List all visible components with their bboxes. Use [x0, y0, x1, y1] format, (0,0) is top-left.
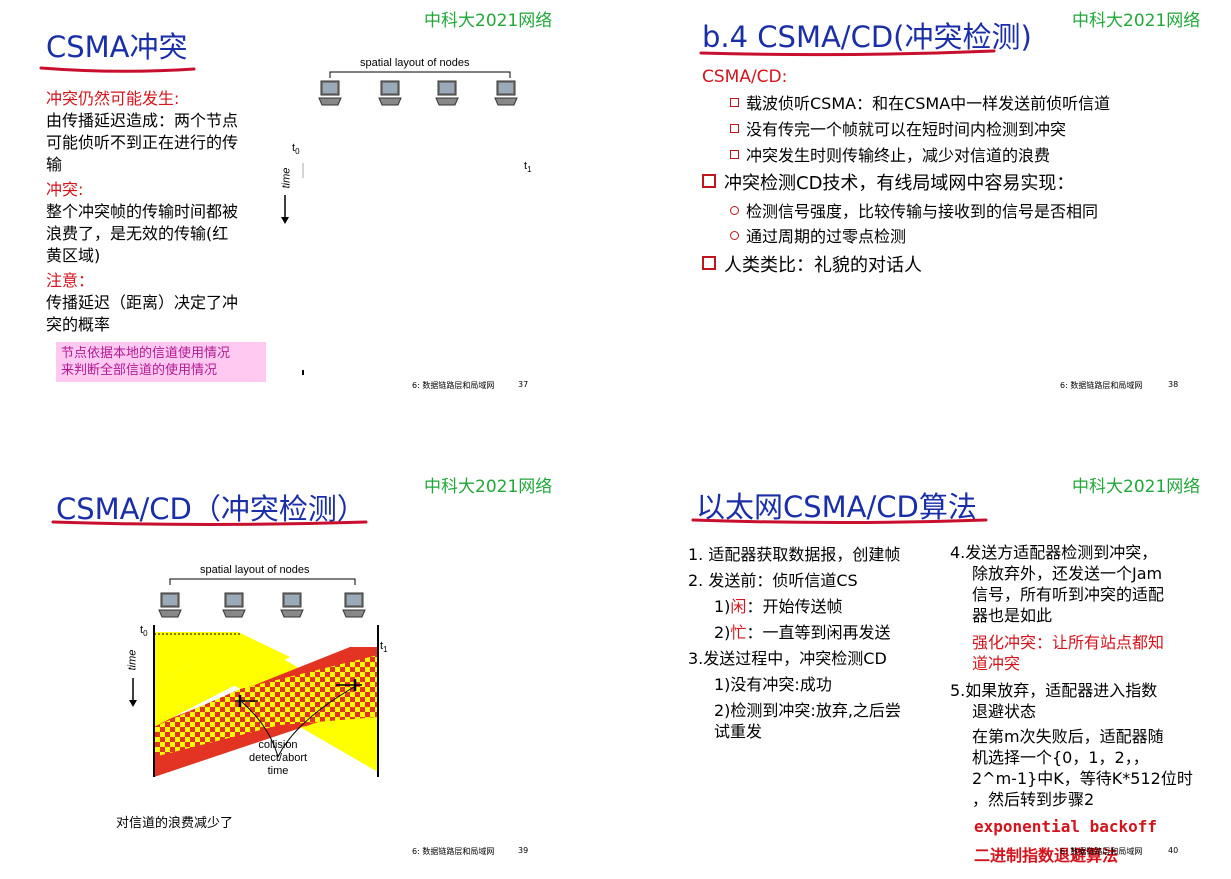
circle-bullet-1: 检测信号强度，比较传输与接收到的信号是否相同: [730, 201, 1098, 223]
footer-text: 6: 数据链路层和局域网: [412, 381, 495, 390]
footer-text: 6: 数据链路层和局域网: [1060, 381, 1143, 390]
computer-icon: [342, 592, 366, 622]
sub-bullet-3: 冲突发生时则传输终止，减少对信道的浪费: [730, 145, 1050, 167]
square-bullet-icon: [702, 174, 716, 188]
diagram-caption: spatial layout of nodes: [200, 564, 310, 576]
computer-icon: [318, 80, 342, 110]
brand-label: 中科大2021网络: [1072, 11, 1201, 31]
point-head-3: 注意：: [46, 271, 95, 290]
brand-label: 中科大2021网络: [424, 477, 553, 497]
step-4: 4.发送方适配器检测到冲突， 除放弃外，还发送一个Jam 信号，所有听到冲突的适…: [950, 543, 1165, 625]
t1-label: t1: [524, 160, 532, 175]
circle-bullet-icon: [730, 231, 739, 240]
step-5-detail: 在第m次失败后，适配器随 机选择一个{0，1，2，， 2^m-1}中K，等待K*51…: [972, 727, 1193, 809]
step-5: 5.如果放弃，适配器进入指数 退避状态: [950, 681, 1158, 721]
t0-label: t0: [140, 624, 148, 639]
computer-icon: [280, 592, 304, 622]
square-bullet-icon: [730, 124, 739, 133]
title-underline: [39, 66, 196, 73]
collision-label: collision detect/abort time: [248, 739, 308, 777]
brand-label: 中科大2021网络: [1072, 477, 1201, 497]
diagram-caption: spatial layout of nodes: [360, 57, 470, 69]
step-3-collision: 2)检测到冲突:放弃,之后尝 试重发: [714, 701, 901, 741]
step-1: 1. 适配器获取数据报，创建帧: [688, 545, 901, 564]
square-bullet-icon: [702, 256, 716, 270]
point-body-1: 由传播延迟造成：两个节点 可能侦听不到正在进行的传输: [46, 111, 239, 174]
time-arrow: [281, 195, 289, 224]
title-underline: [51, 520, 368, 526]
t1-label: t1: [380, 640, 388, 655]
step-2: 2. 发送前：侦听信道CS: [688, 571, 858, 590]
step-4-note: 强化冲突：让所有站点都知 道冲突: [972, 633, 1165, 673]
csmacd-heading: CSMA/CD:: [702, 67, 788, 87]
time-arrow: [129, 678, 137, 707]
point-body-2: 整个冲突帧的传输时间都被 浪费了，是无效的传输(红 黄区域): [46, 202, 239, 265]
timing-diagram: [302, 71, 511, 375]
computer-icon: [158, 592, 182, 622]
page-number: 38: [1168, 380, 1179, 389]
brand-label: 中科大2021网络: [424, 11, 553, 31]
point-head-2: 冲突:: [46, 180, 84, 199]
step-2-busy: 2)忙：一直等到闲再发送: [714, 623, 891, 642]
slide-38: 中科大2021网络 b.4 CSMA/CD(冲突检测) CSMA/CD: 载波侦…: [616, 0, 1231, 439]
square-bullet-icon: [730, 98, 739, 107]
sub-bullet-2: 没有传完一个帧就可以在短时间内检测到冲突: [730, 119, 1066, 141]
footer-text: 6: 数据链路层和局域网: [1060, 847, 1143, 856]
slide-title: CSMA冲突: [46, 30, 188, 64]
page-number: 40: [1168, 846, 1179, 855]
computer-icon: [378, 80, 402, 110]
page-number: 37: [518, 380, 529, 389]
pink-note: 节点依据本地的信道使用情况 来判断全部信道的使用情况: [56, 342, 266, 382]
title-underline: [691, 518, 988, 524]
footer-text: 6: 数据链路层和局域网: [412, 847, 495, 856]
step-3-success: 1)没有冲突:成功: [714, 675, 832, 694]
circle-bullet-2: 通过周期的过零点检测: [730, 226, 906, 248]
computer-icon: [435, 80, 459, 110]
step-3: 3.发送过程中，冲突检测CD: [688, 649, 887, 668]
time-axis-label: time: [280, 167, 293, 189]
main-bullet-2: 人类类比：礼貌的对话人: [702, 253, 922, 279]
step-2-idle: 1)闲：开始传送帧: [714, 597, 843, 616]
title-underline: [699, 49, 996, 57]
computer-icon: [222, 592, 246, 622]
waste-note: 对信道的浪费减少了: [116, 816, 234, 831]
sub-bullet-1: 载波侦听CSMA：和在CSMA中一样发送前侦听信道: [730, 93, 1110, 115]
time-axis-label: time: [126, 649, 139, 671]
slide-37: 中科大2021网络 CSMA冲突 spatial layout of nodes…: [0, 0, 615, 439]
slide-39: 中科大2021网络 CSMA/CD（冲突检测） spatial layout o…: [0, 440, 615, 879]
main-bullet-1: 冲突检测CD技术，有线局域网中容易实现：: [702, 171, 1074, 197]
point-body-3: 传播延迟（距离）决定了冲 突的概率: [46, 293, 239, 334]
exponential-backoff-label: exponential backoff: [974, 817, 1158, 836]
page-number: 39: [518, 846, 529, 855]
t0-label: t0: [292, 142, 300, 157]
circle-bullet-icon: [730, 206, 739, 215]
point-head-1: 冲突仍然可能发生:: [46, 89, 180, 108]
square-bullet-icon: [730, 150, 739, 159]
slide-40: 中科大2021网络 以太网CSMA/CD算法 1. 适配器获取数据报，创建帧 2…: [616, 440, 1231, 879]
computer-icon: [494, 80, 518, 110]
